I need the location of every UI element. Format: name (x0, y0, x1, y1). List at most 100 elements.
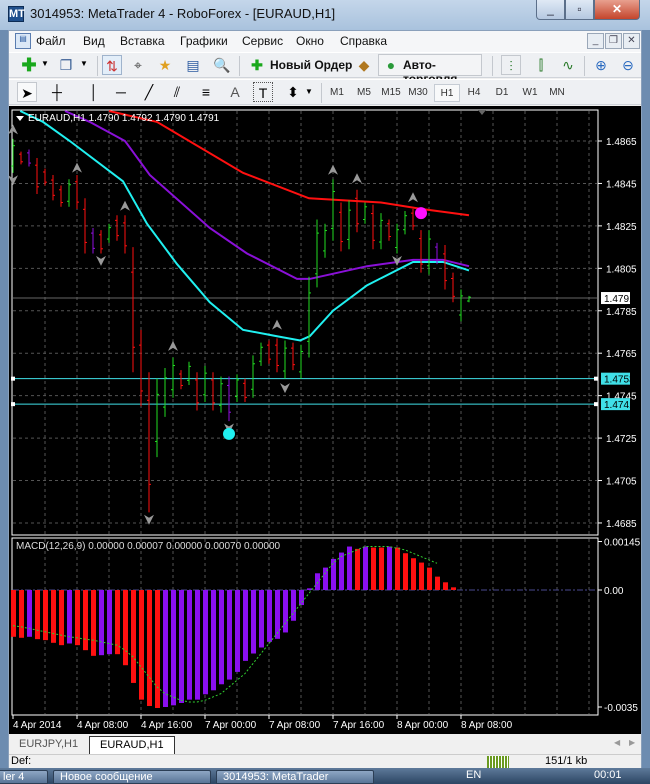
macd-histogram-bar (35, 590, 40, 640)
macd-histogram-bar (131, 590, 136, 683)
navigator-icon[interactable]: ★ (155, 55, 175, 75)
collapse-triangle-icon[interactable] (16, 116, 24, 121)
price-tick-label: 1.4705 (606, 477, 637, 488)
macd-histogram-bar (299, 590, 304, 606)
macd-histogram-bar (291, 590, 296, 621)
chevron-down-icon[interactable]: ▼ (80, 59, 88, 68)
text-label-icon[interactable]: T (253, 82, 273, 102)
macd-histogram-bar (307, 588, 312, 590)
timeframe-m5[interactable]: M5 (351, 84, 377, 102)
timeframe-mn[interactable]: MN (544, 84, 570, 102)
ohlc-bar (91, 228, 95, 254)
macd-histogram-bar (435, 576, 440, 590)
menu-view[interactable]: Вид (83, 34, 105, 48)
mdi-minimize-button[interactable]: _ (587, 33, 604, 49)
maximize-button[interactable]: ▫ (565, 0, 594, 20)
macd-histogram-bar (403, 553, 408, 590)
taskbar-item[interactable]: ler 4 (0, 770, 48, 784)
crosshair-icon[interactable]: ⌖ (128, 55, 148, 75)
macd-histogram-bar (171, 590, 176, 706)
timeframe-d1[interactable]: D1 (489, 84, 515, 102)
chart-window[interactable]: EURAUD,H1 1.4790 1.4792 1.4790 1.4791 MA… (8, 106, 641, 734)
fractal-up-arrow-icon (408, 192, 418, 203)
price-tick-label: 1.4825 (606, 222, 637, 233)
meta-editor-icon[interactable]: ◆ (354, 55, 374, 75)
arrows-icon[interactable]: ⬍ (283, 82, 303, 102)
timeframe-w1[interactable]: W1 (517, 84, 543, 102)
crosshair-tool-icon[interactable]: ┼ (47, 82, 67, 102)
strategy-tester-icon[interactable]: 🔍 (212, 55, 232, 75)
mdi-restore-button[interactable]: ❐ (605, 33, 622, 49)
time-label: 7 Apr 00:00 (205, 720, 257, 731)
ohlc-bar (371, 204, 375, 250)
menu-help[interactable]: Справка (340, 34, 387, 48)
current-price-label: 1.4791 (604, 294, 635, 305)
timeframe-m15[interactable]: M15 (378, 84, 404, 102)
autotrading-button[interactable]: ● Авто-торговля (378, 54, 482, 86)
signal-dot (223, 427, 235, 440)
bar-chart-icon[interactable]: ⫶ (501, 55, 521, 75)
vertical-line-icon[interactable]: │ (84, 82, 104, 102)
zoom-in-icon[interactable]: ⊕ (591, 55, 611, 75)
time-label: 4 Apr 16:00 (141, 720, 193, 731)
new-order-button[interactable]: Новый Ордер (270, 58, 352, 72)
macd-histogram-bar (411, 558, 416, 590)
timeframe-m30[interactable]: M30 (405, 84, 431, 102)
line-chart-icon[interactable]: ∿ (558, 55, 578, 75)
fractal-up-arrow-icon (352, 173, 362, 184)
menu-charts[interactable]: Графики (180, 34, 228, 48)
macd-histogram-bar (443, 582, 448, 590)
menu-window[interactable]: Окно (296, 34, 324, 48)
level-handle (11, 402, 15, 407)
ohlc-bar (187, 361, 191, 386)
close-button[interactable]: ✕ (594, 0, 640, 20)
autotrading-icon: ● (386, 57, 396, 73)
chevron-down-icon[interactable]: ▼ (41, 59, 49, 68)
separator (239, 56, 240, 76)
ohlc-bar (291, 342, 295, 371)
taskbar-item-chrome[interactable]: Новое сообщение (53, 770, 211, 784)
candlestick-icon[interactable]: ⫿ (531, 55, 551, 75)
text-icon[interactable]: A (225, 82, 245, 102)
minimize-button[interactable]: _ (536, 0, 565, 20)
new-order-icon[interactable]: ✚ (247, 55, 267, 75)
new-chart-icon[interactable]: ✚ (19, 55, 39, 75)
price-tick-label: 1.4805 (606, 264, 637, 275)
clock[interactable]: 00:01 (594, 769, 622, 781)
level-price-label: 1.4741 (604, 400, 635, 411)
macd-histogram-bar (283, 590, 288, 633)
time-label: 4 Apr 2014 (13, 720, 62, 731)
macd-histogram-bar (107, 590, 112, 655)
menu-tools[interactable]: Сервис (242, 34, 283, 48)
price-chart[interactable]: EURAUD,H1 1.4790 1.4792 1.4790 1.4791 MA… (8, 106, 641, 734)
equidistant-channel-icon[interactable]: ⫽ (167, 82, 187, 102)
menu-insert[interactable]: Вставка (120, 34, 165, 48)
language-indicator[interactable]: EN (466, 769, 481, 781)
tab-scroll-right-icon[interactable]: ▶ (629, 738, 635, 747)
menu-bar: ▤ Файл Вид Вставка Графики Сервис Окно С… (9, 31, 641, 52)
ohlc-bar (123, 215, 127, 254)
macd-histogram-bar (227, 590, 232, 680)
cursor-icon[interactable]: ➤ (17, 82, 37, 102)
timeframe-h4[interactable]: H4 (461, 84, 487, 102)
market-watch-icon[interactable]: ⇅ (102, 55, 122, 75)
taskbar-item-metatrader[interactable]: 3014953: MetaTrader (216, 770, 374, 784)
chart-window-icon[interactable]: ▤ (15, 33, 31, 49)
profiles-icon[interactable]: ❐ (56, 55, 76, 75)
macd-histogram-bar (211, 590, 216, 691)
tab-scroll-left-icon[interactable]: ◀ (614, 738, 620, 747)
zoom-out-icon[interactable]: ⊖ (618, 55, 638, 75)
tab-euraud-h1[interactable]: EURAUD,H1 (89, 736, 175, 754)
menu-file[interactable]: Файл (36, 34, 66, 48)
fractal-up-arrow-icon (120, 200, 130, 211)
timeframe-h1[interactable]: H1 (434, 84, 460, 102)
ohlc-bar (251, 355, 255, 398)
horizontal-line-icon[interactable]: ─ (111, 82, 131, 102)
tab-eurjpy-h1[interactable]: EURJPY,H1 (9, 736, 88, 754)
mdi-close-button[interactable]: ✕ (623, 33, 640, 49)
timeframe-m1[interactable]: M1 (324, 84, 350, 102)
chevron-down-icon[interactable]: ▼ (305, 87, 313, 96)
fibonacci-icon[interactable]: ≡ (196, 82, 216, 102)
trendline-icon[interactable]: ╱ (139, 82, 159, 102)
terminal-icon[interactable]: ▤ (183, 55, 203, 75)
